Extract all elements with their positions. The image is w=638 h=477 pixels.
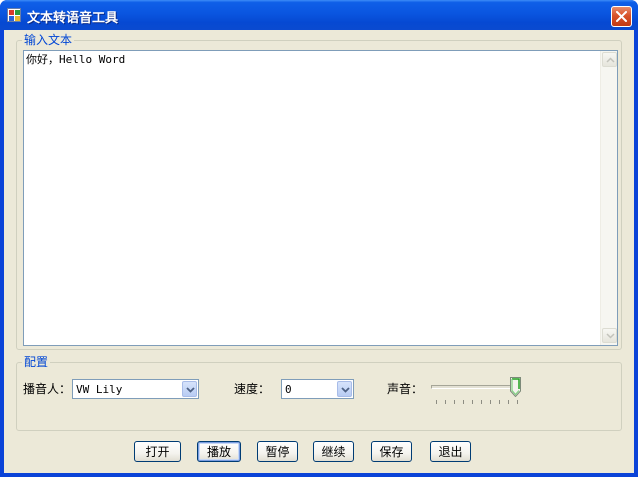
exit-button[interactable]: 退出 bbox=[430, 441, 471, 462]
title-bar[interactable]: 文本转语音工具 bbox=[0, 0, 638, 30]
app-icon bbox=[7, 8, 21, 22]
input-text-group-label: 输入文本 bbox=[22, 33, 75, 47]
speaker-select[interactable]: VW Lily bbox=[72, 379, 199, 399]
volume-slider-track[interactable] bbox=[431, 385, 515, 389]
resume-button[interactable]: 继续 bbox=[313, 441, 354, 462]
window-title: 文本转语音工具 bbox=[27, 11, 119, 26]
close-button[interactable] bbox=[611, 6, 632, 27]
scroll-down-button[interactable] bbox=[602, 328, 617, 343]
speed-select-value: 0 bbox=[285, 383, 292, 396]
chevron-down-icon bbox=[606, 333, 615, 339]
chevron-down-icon bbox=[341, 387, 350, 393]
speed-label: 速度： bbox=[234, 382, 271, 396]
speed-dropdown-button[interactable] bbox=[337, 381, 352, 397]
speaker-select-value: VW Lily bbox=[76, 383, 123, 396]
input-text-value: 你好，Hello Word bbox=[26, 53, 126, 66]
speaker-dropdown-button[interactable] bbox=[182, 381, 197, 397]
app-window: 文本转语音工具 输入文本 你好，Hello Word 配置 播音人： VW Li… bbox=[0, 0, 638, 477]
volume-slider-thumb[interactable] bbox=[510, 377, 521, 398]
vertical-scrollbar[interactable] bbox=[600, 51, 617, 345]
close-icon bbox=[616, 11, 627, 22]
input-textarea[interactable]: 你好，Hello Word bbox=[23, 50, 618, 346]
play-button[interactable]: 播放 bbox=[197, 441, 241, 462]
speed-select[interactable]: 0 bbox=[281, 379, 354, 399]
chevron-down-icon bbox=[186, 387, 195, 393]
config-group-label: 配置 bbox=[22, 355, 51, 369]
chevron-up-icon bbox=[606, 57, 615, 63]
open-button[interactable]: 打开 bbox=[134, 441, 181, 462]
speaker-label: 播音人： bbox=[23, 382, 72, 396]
input-text-group: 输入文本 你好，Hello Word bbox=[16, 33, 622, 350]
pause-button[interactable]: 暂停 bbox=[257, 441, 298, 462]
scroll-up-button[interactable] bbox=[602, 52, 617, 67]
volume-slider-ticks bbox=[436, 400, 520, 406]
volume-label: 声音： bbox=[387, 382, 424, 396]
save-button[interactable]: 保存 bbox=[371, 441, 412, 462]
